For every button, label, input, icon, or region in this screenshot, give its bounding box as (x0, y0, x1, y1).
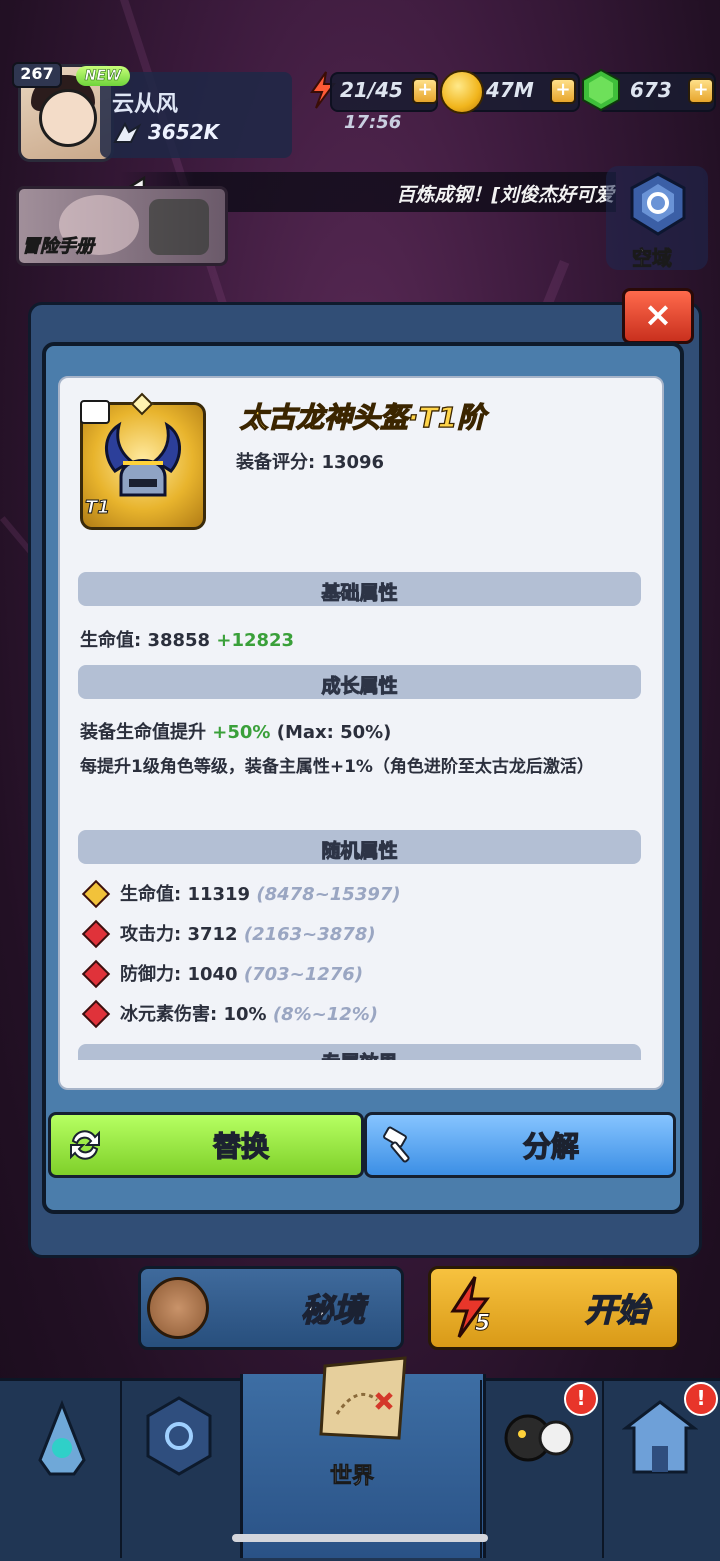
gold-coin-icon (440, 70, 484, 114)
lock-icon[interactable] (80, 400, 110, 424)
random-stat-row: 防御力: 1040 (703~1276) (120, 960, 363, 986)
power-icon (112, 120, 142, 146)
secret-realm-label: 秘境 (300, 1290, 366, 1330)
random-stat-label: 生命值: 11319 (120, 884, 251, 905)
gem-value: 673 (630, 78, 672, 102)
section-base-title: 基础属性 (321, 582, 398, 605)
skyzone-icon (630, 172, 686, 236)
decompose-button[interactable]: 分解 (364, 1112, 676, 1178)
replace-label: 替换 (212, 1129, 270, 1163)
growth-line-1-max: (Max: 50%) (276, 722, 392, 743)
growth-line-1-value: +50% (212, 722, 271, 743)
item-name: 太古龙神头盔·T1阶 (239, 400, 486, 434)
manual-art-figure (149, 199, 209, 255)
swap-icon (70, 1130, 100, 1160)
gem-icon (580, 68, 622, 112)
base-stat-label: 生命值: 38858 (80, 630, 211, 651)
random-stat-row: 攻击力: 3712 (2163~3878) (120, 920, 376, 946)
clock-time: 17:56 (344, 112, 402, 133)
section-exclusive-clip: 专属效果 (78, 1044, 641, 1060)
section-growth-title: 成长属性 (321, 675, 398, 698)
target-icon (147, 1277, 209, 1339)
gold-add-button[interactable]: + (550, 78, 576, 104)
new-badge: NEW (76, 66, 130, 86)
random-stat-range: (8478~15397) (256, 884, 401, 905)
base-stat-line: 生命值: 38858 +12823 (80, 626, 294, 652)
start-label: 开始 (584, 1290, 650, 1330)
secret-realm-button[interactable]: 秘境 (138, 1266, 404, 1350)
random-stat-range: (2163~3878) (243, 924, 376, 945)
ice-palace-icon (38, 1400, 86, 1476)
random-stat-range: (8%~12%) (272, 1004, 379, 1025)
player-name: 云从风 (112, 92, 179, 117)
random-stat-row: 生命值: 11319 (8478~15397) (120, 880, 401, 906)
characters-icon (504, 1414, 574, 1462)
base-alert-badge: ! (684, 1382, 718, 1416)
random-stat-range: (703~1276) (243, 964, 364, 985)
energy-add-button[interactable]: + (412, 78, 438, 104)
rune-hexagon-icon (146, 1396, 212, 1476)
tab-ice-palace[interactable] (0, 1380, 122, 1558)
avatar-face (39, 89, 97, 147)
random-stat-row: 冰元素伤害: 10% (8%~12%) (120, 1000, 378, 1026)
growth-line-1-label: 装备生命值提升 (80, 722, 206, 743)
replace-button[interactable]: 替换 (48, 1112, 364, 1178)
player-power: 3652K (148, 120, 220, 144)
energy-value: 21/45 (340, 78, 403, 102)
tab-rune[interactable] (120, 1380, 242, 1558)
characters-alert-badge: ! (564, 1382, 598, 1416)
announcement-text: 百炼成钢！[刘俊杰好可爱 (396, 184, 614, 206)
item-score: 装备评分: 13096 (236, 452, 385, 473)
home-indicator[interactable] (232, 1534, 488, 1542)
player-level-badge: 267 (12, 62, 62, 88)
skyzone-label: 空域 (632, 246, 673, 271)
random-stat-label: 防御力: 1040 (120, 964, 238, 985)
growth-line-2: 每提升1级角色等级，装备主属性+1%（角色进阶至太古龙后激活） (80, 757, 594, 777)
adventure-manual-label: 冒险手册 (22, 236, 95, 258)
tab-world-label: 世界 (330, 1464, 375, 1490)
section-random-title: 随机属性 (321, 840, 398, 863)
gem-add-button[interactable]: + (688, 78, 714, 104)
treasure-map-icon (319, 1356, 407, 1440)
random-stat-label: 冰元素伤害: 10% (120, 1004, 267, 1025)
start-cost: 5 (474, 1311, 491, 1337)
section-exclusive-title: 专属效果 (78, 1048, 641, 1061)
close-button[interactable]: × (622, 288, 694, 344)
house-icon (622, 1400, 698, 1474)
hammer-icon (383, 1126, 410, 1163)
gold-value: 47M (486, 78, 534, 102)
base-stat-bonus: +12823 (216, 630, 295, 651)
decompose-label: 分解 (522, 1129, 580, 1163)
growth-line-1: 装备生命值提升 +50% (Max: 50%) (80, 718, 391, 744)
random-stat-label: 攻击力: 3712 (120, 924, 238, 945)
start-button[interactable]: 5 开始 (428, 1266, 680, 1350)
tier-badge: T1 (85, 497, 111, 519)
